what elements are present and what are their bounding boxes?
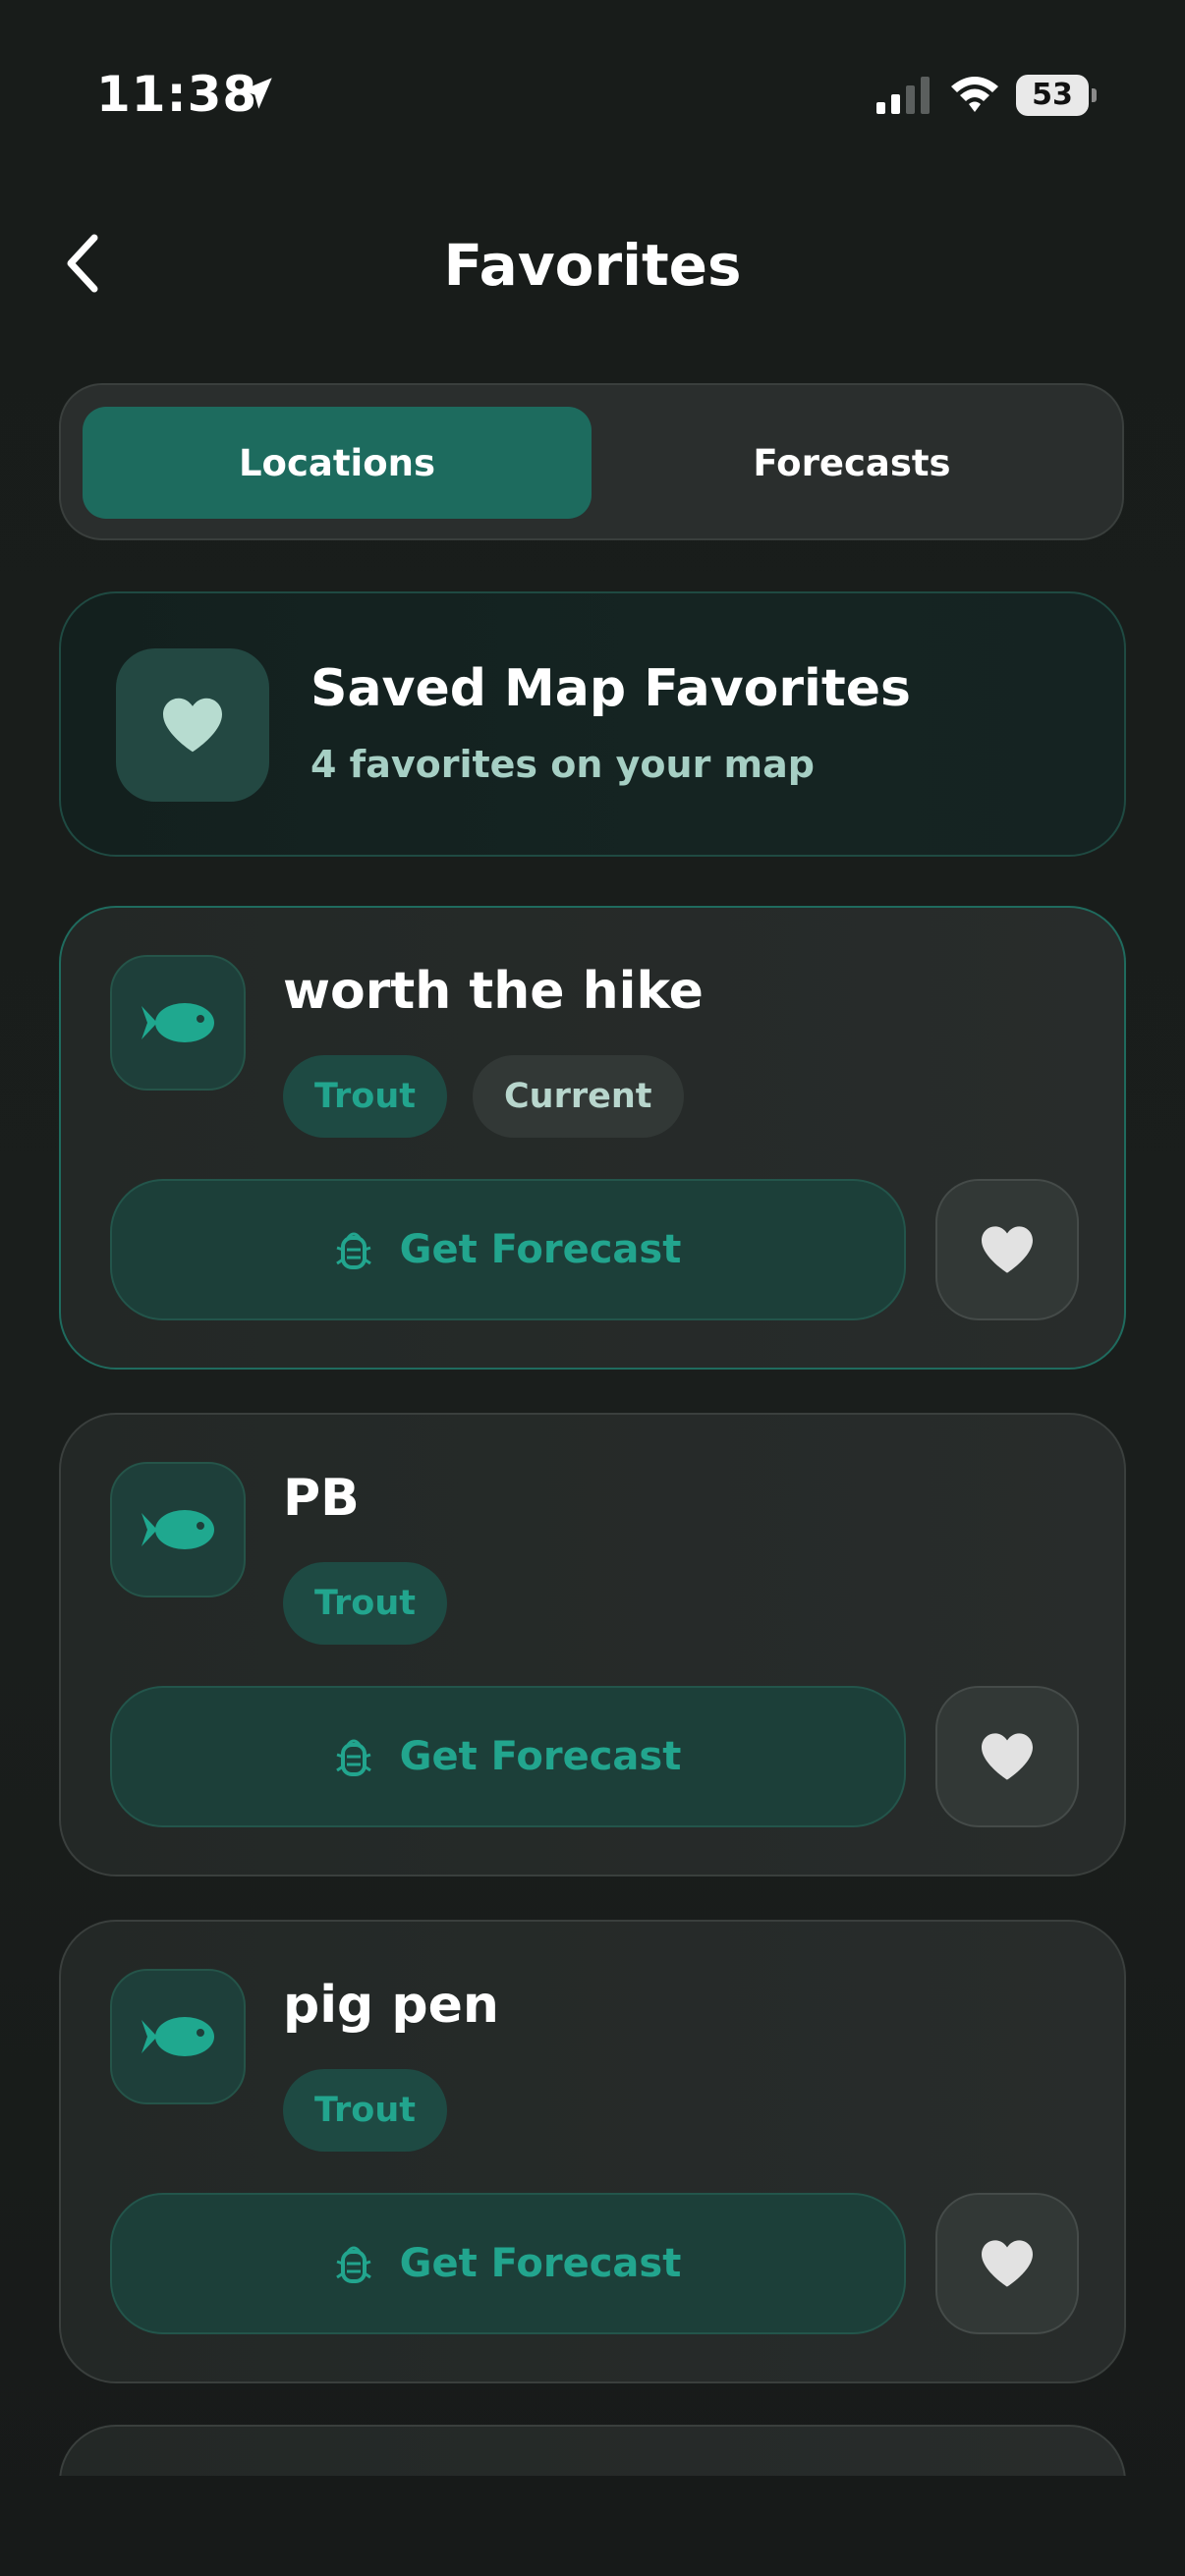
species-tag: Trout <box>283 2069 447 2152</box>
favorites-screen: 11:38 53 Favorites Locations Forecasts S… <box>0 0 1185 2576</box>
wifi-icon <box>951 77 998 112</box>
location-type-icon-box <box>110 1969 246 2104</box>
get-forecast-label: Get Forecast <box>399 1227 682 1272</box>
back-button[interactable] <box>55 228 110 299</box>
summary-title: Saved Map Favorites <box>310 659 911 718</box>
favorite-name: pig pen <box>283 1976 499 2035</box>
summary-icon-box <box>116 648 269 802</box>
favorite-card[interactable]: pig pen Trout Get Forecast <box>59 1920 1126 2383</box>
get-forecast-button[interactable]: Get Forecast <box>110 2193 906 2334</box>
location-type-icon-box <box>110 955 246 1091</box>
fish-icon <box>141 1003 214 1042</box>
chevron-left-icon <box>67 234 98 293</box>
battery-level: 53 <box>1016 75 1089 116</box>
bug-icon <box>335 1232 371 1269</box>
battery-indicator: 53 <box>1016 75 1097 116</box>
species-tag: Trout <box>283 1055 447 1138</box>
bottom-safe-area <box>0 2476 1185 2576</box>
favorite-tags: Trout <box>283 1562 447 1645</box>
favorites-tab-switcher: Locations Forecasts <box>59 383 1124 540</box>
cellular-signal-icon <box>876 77 930 114</box>
favorite-name: PB <box>283 1469 360 1528</box>
favorite-card[interactable]: PB Trout Get Forecast <box>59 1413 1126 1876</box>
tab-locations[interactable]: Locations <box>83 407 592 519</box>
unfavorite-button[interactable] <box>935 1179 1079 1320</box>
bug-icon <box>335 2246 371 2283</box>
unfavorite-button[interactable] <box>935 2193 1079 2334</box>
bug-icon <box>335 1739 371 1776</box>
unfavorite-button[interactable] <box>935 1686 1079 1827</box>
heart-icon <box>982 1733 1033 1780</box>
favorite-tags: Trout <box>283 2069 447 2152</box>
favorite-card[interactable]: worth the hike Trout Current Get Forecas… <box>59 906 1126 1370</box>
fish-icon <box>141 2017 214 2056</box>
get-forecast-label: Get Forecast <box>399 1734 682 1779</box>
heart-icon <box>982 2240 1033 2287</box>
status-time: 11:38 <box>96 66 258 123</box>
summary-subtitle: 4 favorites on your map <box>310 743 815 786</box>
get-forecast-button[interactable]: Get Forecast <box>110 1179 906 1320</box>
favorite-tags: Trout Current <box>283 1055 684 1138</box>
tab-forecasts[interactable]: Forecasts <box>597 407 1106 519</box>
page-title: Favorites <box>443 232 742 299</box>
location-type-icon-box <box>110 1462 246 1597</box>
get-forecast-label: Get Forecast <box>399 2241 682 2286</box>
location-arrow-icon <box>241 78 272 109</box>
favorite-name: worth the hike <box>283 962 704 1021</box>
get-forecast-button[interactable]: Get Forecast <box>110 1686 906 1827</box>
species-tag: Trout <box>283 1562 447 1645</box>
fish-icon <box>141 1510 214 1549</box>
heart-icon <box>163 698 222 753</box>
saved-favorites-summary: Saved Map Favorites 4 favorites on your … <box>59 591 1126 857</box>
status-bar: 11:38 53 <box>0 0 1185 187</box>
battery-tip <box>1092 88 1097 102</box>
heart-icon <box>982 1226 1033 1273</box>
water-condition-tag: Current <box>472 1055 684 1138</box>
